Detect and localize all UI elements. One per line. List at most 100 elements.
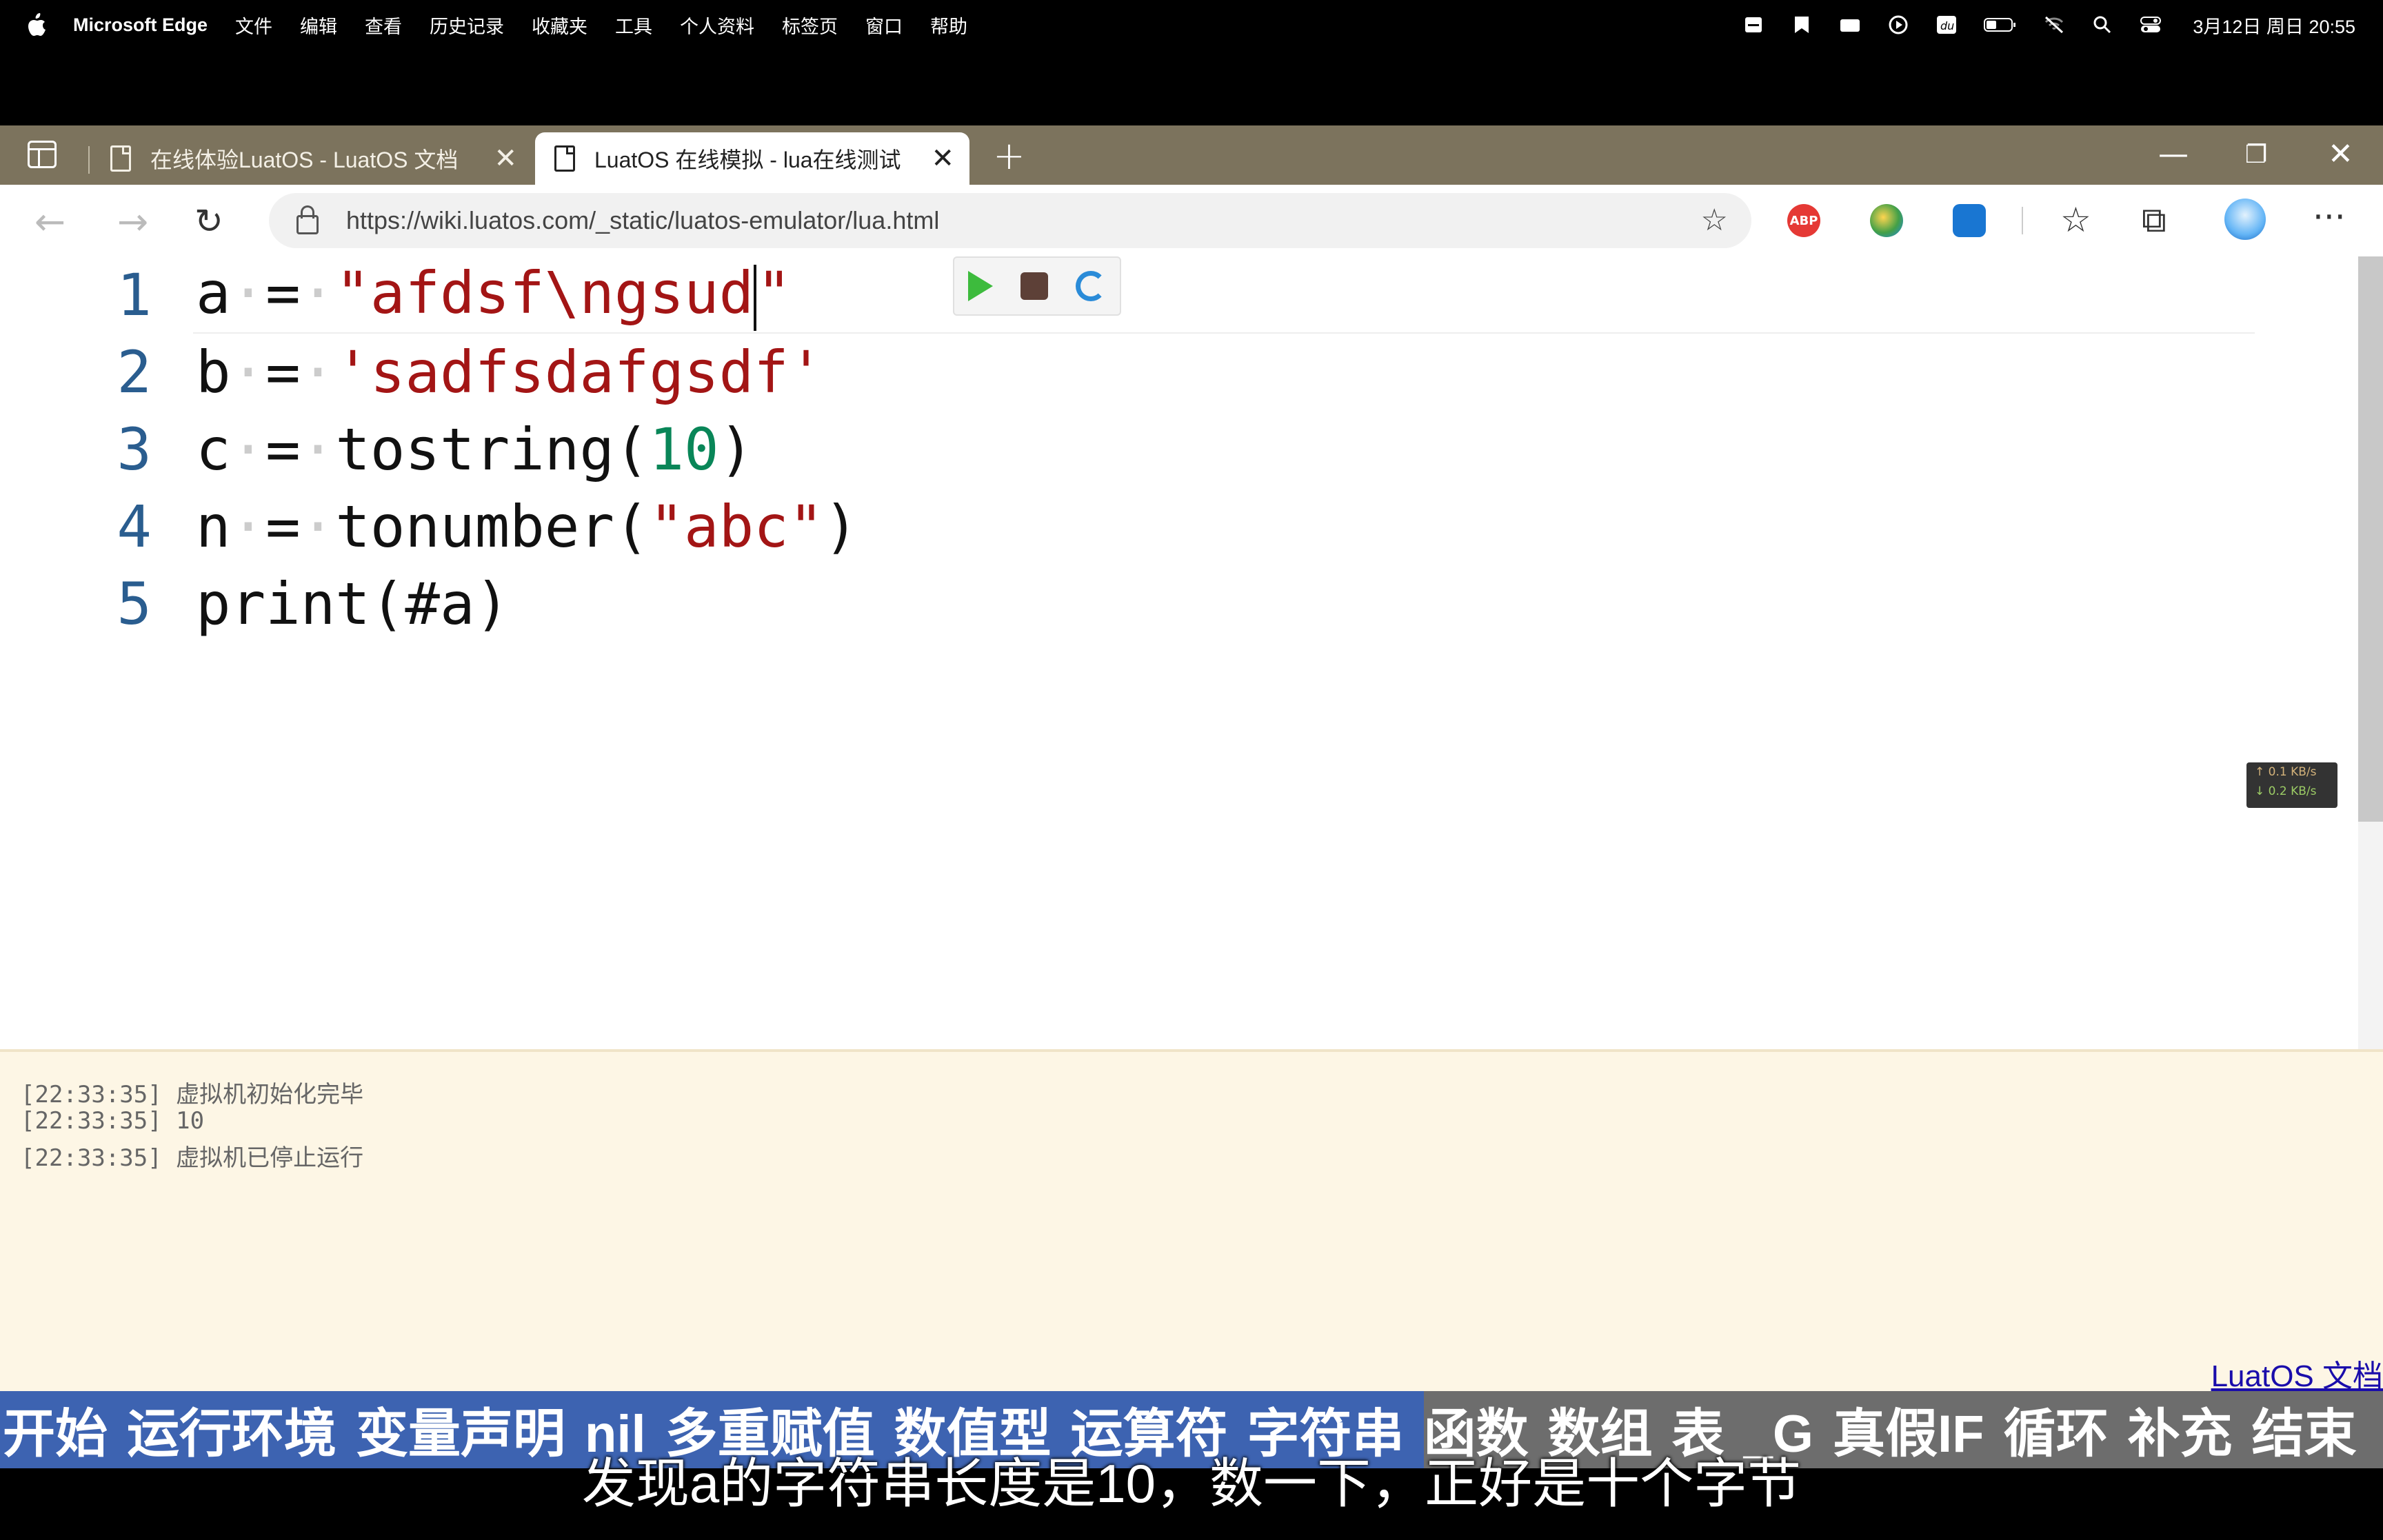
favorites-icon[interactable]: ☆ [2060, 200, 2091, 240]
menubar-clock[interactable]: 3月12日 周日 20:55 [2193, 12, 2355, 39]
more-icon[interactable]: ··· [2313, 197, 2346, 237]
editor-scrollbar-thumb[interactable] [2358, 256, 2383, 822]
close-tab-icon[interactable]: ✕ [494, 143, 517, 174]
code-token: = [265, 338, 301, 406]
menu-tools[interactable]: 工具 [615, 12, 652, 39]
add-favorite-icon[interactable]: ☆ [1701, 203, 1728, 238]
video-subtitle: 发现a的字符串长度是10，数一下，正好是十个字节 [581, 1453, 1802, 1514]
code-string: "abc" [649, 493, 824, 560]
code-token: ) [823, 493, 858, 560]
reload-icon[interactable]: ↻ [194, 201, 223, 241]
url-text[interactable]: https://wiki.luatos.com/_static/luatos-e… [346, 206, 939, 235]
console-log-line: [22:33:35] 虚拟机已停止运行 [21, 1144, 364, 1172]
collections-icon[interactable]: ⧉ [2142, 200, 2166, 241]
profile-avatar[interactable] [2224, 199, 2266, 240]
back-icon[interactable]: ← [34, 200, 66, 243]
code-token: tonumber( [335, 493, 650, 560]
p-extension-icon[interactable] [1953, 204, 1986, 237]
code-token: tostring( [335, 416, 650, 483]
page-icon [554, 145, 575, 172]
code-line[interactable]: 4 n·=·tonumber("abc") [0, 488, 858, 565]
code-line[interactable]: 5 print(#a) [0, 565, 510, 642]
line-number: 3 [117, 416, 152, 483]
adblock-icon[interactable]: ABP [1787, 204, 1820, 237]
line-number: 2 [117, 338, 152, 406]
bookmark-icon[interactable] [1790, 14, 1813, 35]
line-number: 5 [117, 570, 152, 638]
battery-icon[interactable] [1983, 14, 2018, 35]
forward-icon[interactable]: → [117, 200, 148, 243]
menu-window[interactable]: 窗口 [865, 12, 903, 39]
menu-file[interactable]: 文件 [235, 12, 272, 39]
code-token: ) [718, 416, 754, 483]
line-number: 4 [117, 493, 152, 560]
tab-title: LuatOS 在线模拟 - lua在线测试 [594, 148, 901, 172]
menu-profile[interactable]: 个人资料 [680, 12, 754, 39]
restart-icon[interactable] [1076, 271, 1106, 301]
line-number: 1 [117, 261, 152, 329]
tab-separator [88, 146, 90, 174]
code-string: 'sadfsdafgsdf' [335, 338, 824, 406]
menu-favorites[interactable]: 收藏夹 [532, 12, 587, 39]
luatos-docs-link[interactable]: LuatOS 文档 [2211, 1351, 2383, 1395]
tab-luatos-emulator[interactable]: LuatOS 在线模拟 - lua在线测试 ✕ [535, 132, 969, 185]
apple-icon[interactable] [25, 12, 48, 38]
address-bar[interactable]: https://wiki.luatos.com/_static/luatos-e… [269, 193, 1751, 248]
page-icon [110, 145, 131, 172]
new-tab-icon[interactable]: + [993, 134, 1025, 179]
code-token: = [265, 493, 301, 560]
code-editor[interactable]: 1 a·=·"afdsf\ngsud" 2 b·=·'sadfsdafgsdf'… [0, 256, 2358, 1049]
upload-speed: ↑ 0.1 KB/s [2255, 765, 2317, 779]
dictionary-icon[interactable]: du [1935, 14, 1958, 35]
code-line[interactable]: 1 a·=·"afdsf\ngsud" [0, 256, 792, 334]
close-window-icon[interactable]: ✕ [2328, 136, 2353, 172]
close-tab-icon[interactable]: ✕ [931, 143, 954, 174]
search-icon[interactable] [2091, 14, 2114, 35]
vertical-tabs-icon[interactable] [28, 141, 57, 168]
code-token: c [196, 416, 231, 483]
status-app-icon[interactable] [1742, 14, 1765, 35]
console-log-line: [22:33:35] 虚拟机初始化完毕 [21, 1081, 364, 1108]
code-token: n [196, 493, 231, 560]
code-token: b [196, 338, 231, 406]
code-string: "afdsf\ngsud [335, 259, 754, 327]
menu-help[interactable]: 帮助 [930, 12, 967, 39]
network-speed-widget: ↑ 0.1 KB/s ↓ 0.2 KB/s [2246, 762, 2337, 808]
code-token: print(#a) [196, 570, 510, 638]
menu-app-name[interactable]: Microsoft Edge [73, 14, 208, 36]
code-number: 10 [649, 416, 719, 483]
code-token: = [265, 259, 301, 327]
menu-history[interactable]: 历史记录 [430, 12, 504, 39]
restore-icon[interactable]: ❐ [2245, 141, 2267, 169]
console-output: [22:33:35] 虚拟机初始化完毕 [22:33:35] 10 [22:33… [0, 1049, 2383, 1397]
tab-title: 在线体验LuatOS - LuatOS 文档 [150, 148, 459, 172]
toolbar-separator [2022, 207, 2023, 234]
code-token: = [265, 416, 301, 483]
wifi-off-icon[interactable] [2042, 14, 2066, 35]
control-center-icon[interactable] [2139, 14, 2162, 35]
run-controls [953, 256, 1121, 316]
browser-toolbar: ← → ↻ https://wiki.luatos.com/_static/lu… [0, 185, 2383, 258]
console-log-line: [22:33:35] 10 [21, 1107, 205, 1135]
play-circle-icon[interactable] [1887, 14, 1910, 35]
svg-text:du: du [1940, 19, 1954, 32]
clapper-icon[interactable] [1838, 14, 1862, 35]
stop-icon[interactable] [1020, 272, 1048, 300]
run-icon[interactable] [968, 271, 993, 301]
code-line[interactable]: 3 c·=·tostring(10) [0, 411, 754, 488]
lock-icon[interactable] [296, 205, 319, 234]
macos-menubar: Microsoft Edge 文件 编辑 查看 历史记录 收藏夹 工具 个人资料… [0, 0, 2383, 50]
tab-luatos-docs[interactable]: 在线体验LuatOS - LuatOS 文档 ✕ [110, 132, 517, 185]
browser-tab-bar: 在线体验LuatOS - LuatOS 文档 ✕ LuatOS 在线模拟 - l… [0, 125, 2383, 185]
code-token: a [196, 259, 231, 327]
code-line[interactable]: 2 b·=·'sadfsdafgsdf' [0, 334, 823, 411]
menu-tabs[interactable]: 标签页 [782, 12, 838, 39]
adblock-label: ABP [1789, 213, 1818, 228]
download-speed: ↓ 0.2 KB/s [2255, 784, 2317, 798]
minimize-icon[interactable]: — [2158, 136, 2189, 172]
globe-extension-icon[interactable] [1870, 204, 1903, 237]
code-string: " [756, 259, 792, 327]
page-content: 1 a·=·"afdsf\ngsud" 2 b·=·'sadfsdafgsdf'… [0, 256, 2383, 1397]
menu-edit[interactable]: 编辑 [300, 12, 337, 39]
menu-view[interactable]: 查看 [365, 12, 402, 39]
